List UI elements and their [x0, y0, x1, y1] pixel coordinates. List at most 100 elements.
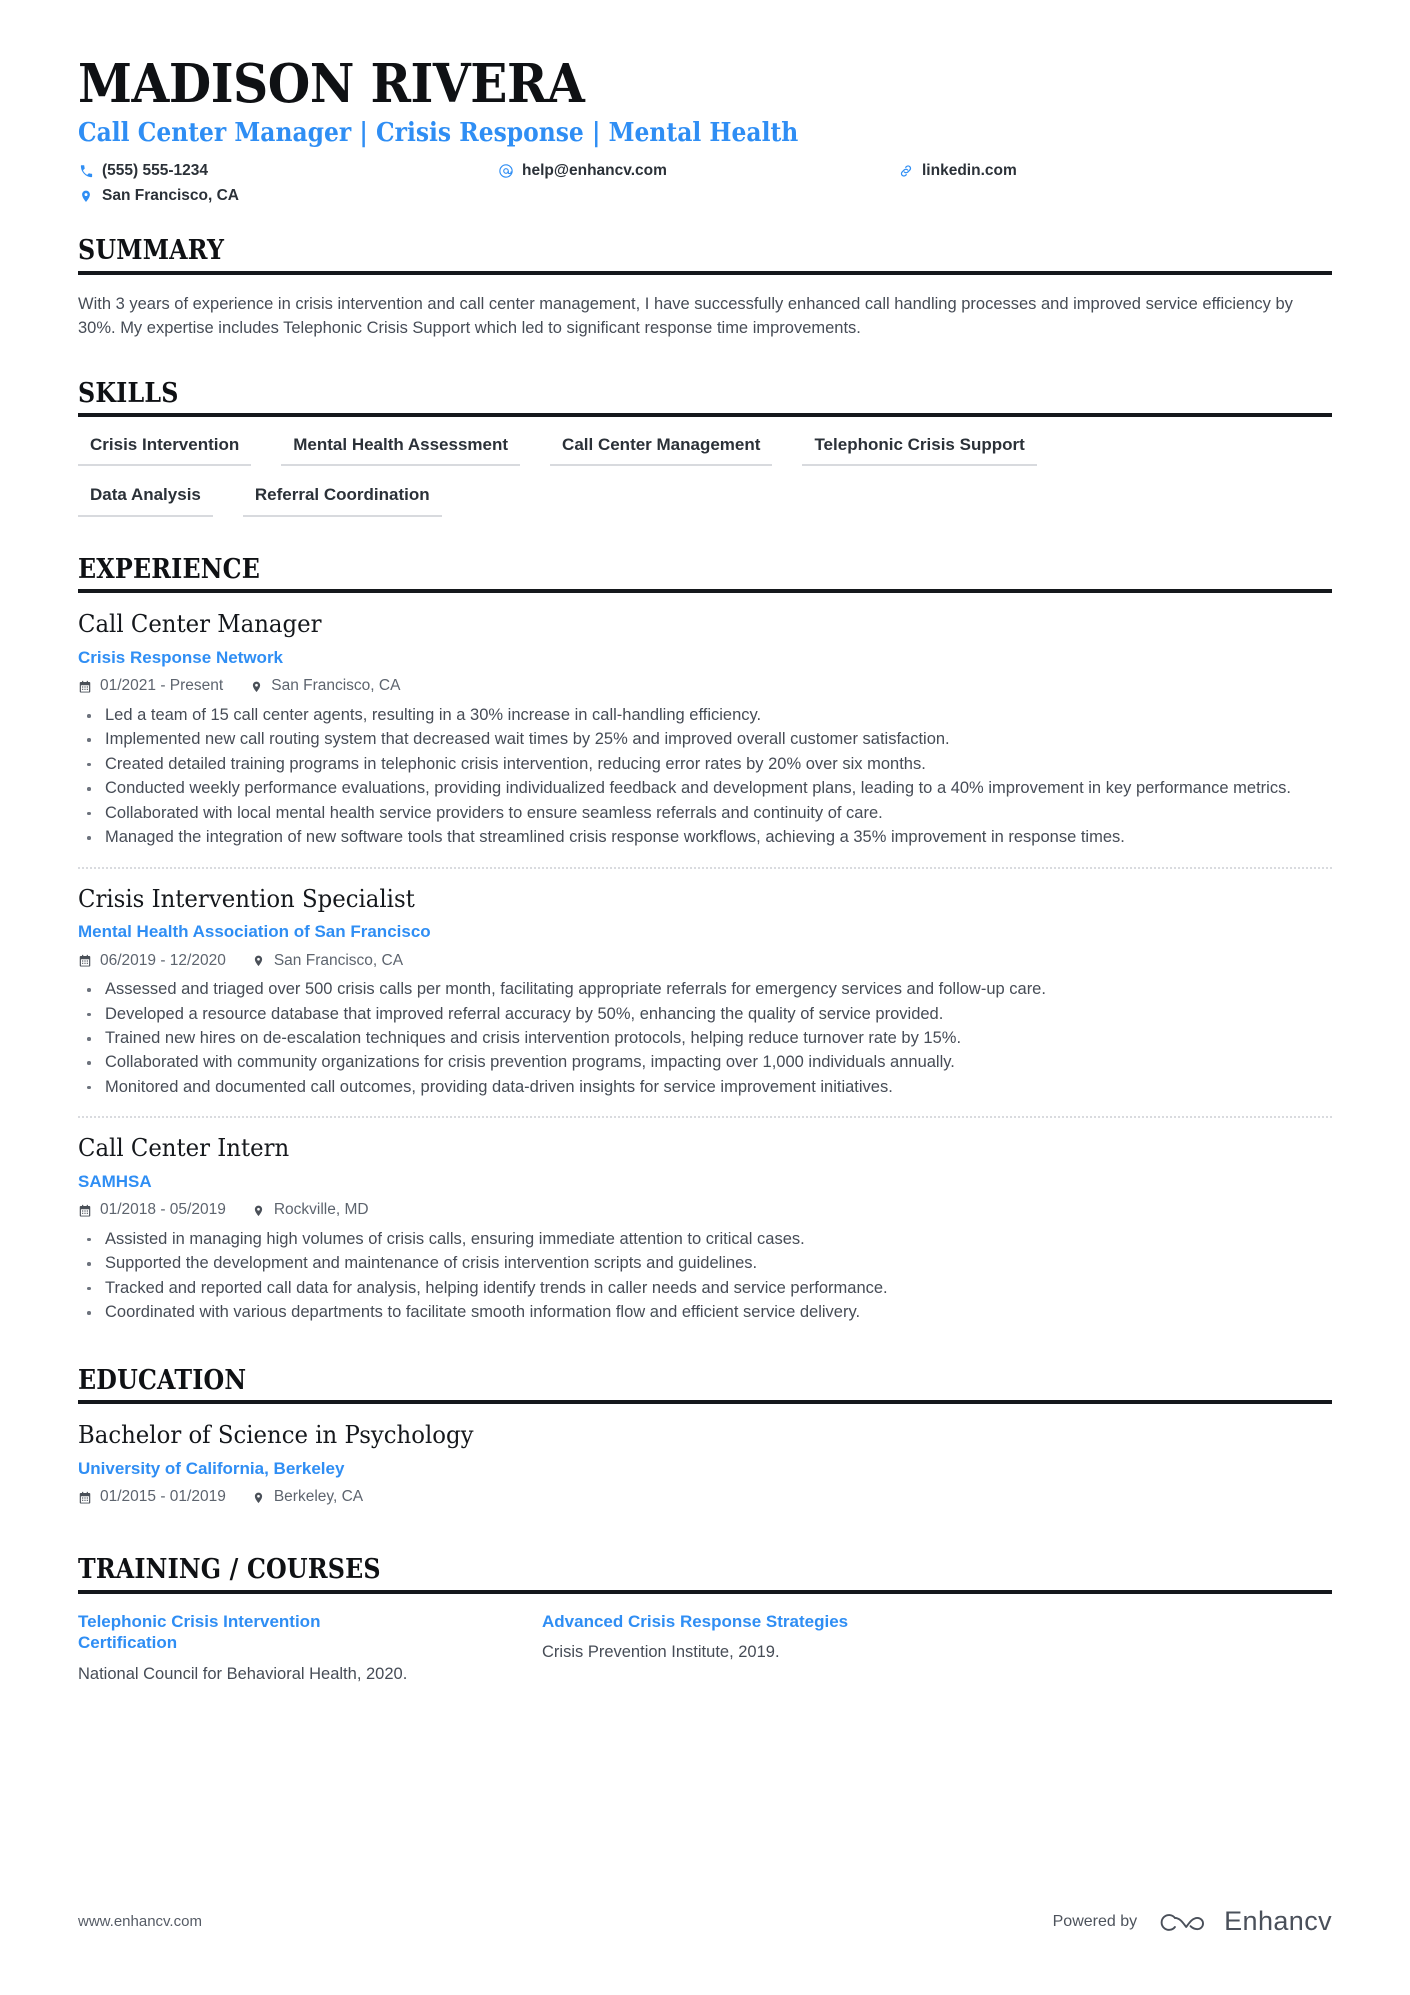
- section-title-skills: SKILLS: [78, 377, 179, 409]
- section-skills: SKILLS Crisis Intervention Mental Health…: [78, 377, 1332, 517]
- job-location-text: San Francisco, CA: [271, 677, 401, 695]
- contact-email[interactable]: help@enhancv.com: [498, 162, 898, 181]
- achievements-list: Assisted in managing high volumes of cri…: [78, 1228, 1332, 1325]
- achievement-item: Created detailed training programs in te…: [78, 753, 1318, 776]
- achievement-item: Implemented new call routing system that…: [78, 728, 1318, 751]
- section-training: TRAINING / COURSES Telephonic Crisis Int…: [78, 1555, 1332, 1687]
- section-title-experience: EXPERIENCE: [78, 553, 260, 585]
- section-rule: [78, 1589, 1332, 1594]
- calendar-icon: [78, 1203, 92, 1218]
- job-location: San Francisco, CA: [249, 677, 400, 696]
- date-range: 06/2019 - 12/2020: [78, 952, 226, 971]
- company-name[interactable]: Crisis Response Network: [78, 647, 1332, 668]
- email-icon: [498, 163, 514, 179]
- skill-chip: Call Center Management: [550, 432, 773, 467]
- achievement-item: Collaborated with community organization…: [78, 1051, 1318, 1074]
- date-range-text: 06/2019 - 12/2020: [100, 951, 226, 969]
- enhancv-mark-icon: [1160, 1913, 1205, 1931]
- company-name[interactable]: SAMHSA: [78, 1171, 1332, 1192]
- contact-linkedin[interactable]: linkedin.com: [898, 162, 1332, 181]
- section-rule: [78, 589, 1332, 594]
- powered-by-label: Powered by: [1052, 1912, 1138, 1930]
- training-item: Advanced Crisis Response Strategies Cris…: [542, 1611, 1332, 1687]
- skills-row: Crisis Intervention Mental Health Assess…: [78, 432, 1332, 467]
- achievement-item: Developed a resource database that impro…: [78, 1003, 1318, 1026]
- section-rule: [78, 1400, 1332, 1405]
- skill-chip: Referral Coordination: [242, 482, 442, 517]
- skills-row: Data Analysis Referral Coordination: [78, 482, 1332, 517]
- job-title: Crisis Intervention Specialist: [78, 884, 415, 913]
- training-description: National Council for Behavioral Health, …: [78, 1665, 408, 1684]
- achievement-item: Conducted weekly performance evaluations…: [78, 777, 1318, 800]
- date-range: 01/2015 - 01/2019: [78, 1488, 226, 1507]
- date-range-text: 01/2018 - 05/2019: [100, 1201, 226, 1219]
- training-name[interactable]: Telephonic Crisis Intervention Certifica…: [78, 1611, 408, 1655]
- contact-email-text: help@enhancv.com: [522, 161, 667, 179]
- job-location: San Francisco, CA: [252, 952, 403, 971]
- location-icon: [78, 189, 94, 205]
- location-icon: [252, 1490, 266, 1505]
- entry-meta: 01/2015 - 01/2019 Berkeley, CA: [78, 1488, 1332, 1507]
- section-title-training: TRAINING / COURSES: [78, 1553, 381, 1585]
- entry-meta: 01/2018 - 05/2019 Rockville, MD: [78, 1201, 1332, 1220]
- section-experience: EXPERIENCE Call Center Manager Crisis Re…: [78, 555, 1332, 1336]
- calendar-icon: [78, 953, 92, 968]
- experience-entry: Crisis Intervention Specialist Mental He…: [78, 866, 1332, 1111]
- achievements-list: Assessed and triaged over 500 crisis cal…: [78, 978, 1332, 1099]
- resume-page: MADISON RIVERA Call Center Manager | Cri…: [0, 0, 1410, 1995]
- achievement-item: Assessed and triaged over 500 crisis cal…: [78, 978, 1318, 1001]
- achievement-item: Trained new hires on de-escalation techn…: [78, 1027, 1318, 1050]
- company-name[interactable]: Mental Health Association of San Francis…: [78, 921, 1332, 942]
- footer-brand: Powered by Enhancv: [1053, 1906, 1332, 1937]
- degree-title: Bachelor of Science in Psychology: [78, 1421, 474, 1450]
- training-description: Crisis Prevention Institute, 2019.: [542, 1643, 780, 1662]
- section-education: EDUCATION Bachelor of Science in Psychol…: [78, 1365, 1332, 1525]
- achievement-item: Managed the integration of new software …: [78, 826, 1318, 849]
- job-title: Call Center Intern: [78, 1134, 290, 1163]
- section-summary: SUMMARY With 3 years of experience in cr…: [78, 236, 1332, 341]
- page-footer: www.enhancv.com Powered by Enhancv: [78, 1906, 1332, 1937]
- education-entry: Bachelor of Science in Psychology Univer…: [78, 1421, 1332, 1525]
- resume-header: MADISON RIVERA Call Center Manager | Cri…: [78, 56, 1332, 206]
- contact-location: San Francisco, CA: [78, 187, 498, 206]
- calendar-icon: [78, 679, 92, 694]
- training-list: Telephonic Crisis Intervention Certifica…: [78, 1611, 1332, 1687]
- job-location: Rockville, MD: [252, 1201, 369, 1220]
- job-location-text: Rockville, MD: [273, 1201, 369, 1219]
- footer-url[interactable]: www.enhancv.com: [78, 1913, 202, 1930]
- contact-details: (555) 555-1234 help@enhancv.com linkedin…: [78, 162, 1332, 206]
- training-name[interactable]: Advanced Crisis Response Strategies: [542, 1611, 872, 1633]
- skill-chip: Crisis Intervention: [78, 432, 252, 467]
- school-name[interactable]: University of California, Berkeley: [78, 1458, 1332, 1479]
- contact-location-text: San Francisco, CA: [102, 187, 239, 205]
- achievement-item: Monitored and documented call outcomes, …: [78, 1076, 1318, 1099]
- job-location-text: San Francisco, CA: [273, 951, 404, 969]
- skills-list: Crisis Intervention Mental Health Assess…: [78, 432, 1332, 517]
- date-range-text: 01/2021 - Present: [100, 677, 224, 695]
- phone-icon: [78, 163, 94, 179]
- achievement-item: Coordinated with various departments to …: [78, 1301, 1318, 1324]
- date-range: 01/2021 - Present: [78, 677, 223, 696]
- school-location: Berkeley, CA: [252, 1488, 363, 1507]
- contact-phone-text: (555) 555-1234: [102, 161, 208, 179]
- link-icon: [898, 163, 914, 179]
- achievement-item: Tracked and reported call data for analy…: [78, 1277, 1318, 1300]
- calendar-icon: [78, 1490, 92, 1505]
- enhancv-logo: Enhancv: [1155, 1906, 1332, 1937]
- entry-meta: 01/2021 - Present San Francisco, CA: [78, 677, 1332, 696]
- section-rule: [78, 413, 1332, 418]
- contact-phone[interactable]: (555) 555-1234: [78, 162, 498, 181]
- location-icon: [249, 679, 263, 694]
- enhancv-wordmark: Enhancv: [1224, 1906, 1332, 1936]
- achievement-item: Collaborated with local mental health se…: [78, 802, 1318, 825]
- experience-entry: Call Center Intern SAMHSA 01/2018 - 05/2…: [78, 1116, 1332, 1335]
- skill-chip: Data Analysis: [78, 482, 213, 517]
- candidate-tagline: Call Center Manager | Crisis Response | …: [78, 118, 799, 149]
- location-icon: [252, 953, 266, 968]
- school-location-text: Berkeley, CA: [273, 1488, 364, 1506]
- achievement-item: Assisted in managing high volumes of cri…: [78, 1228, 1318, 1251]
- candidate-name: MADISON RIVERA: [78, 53, 585, 115]
